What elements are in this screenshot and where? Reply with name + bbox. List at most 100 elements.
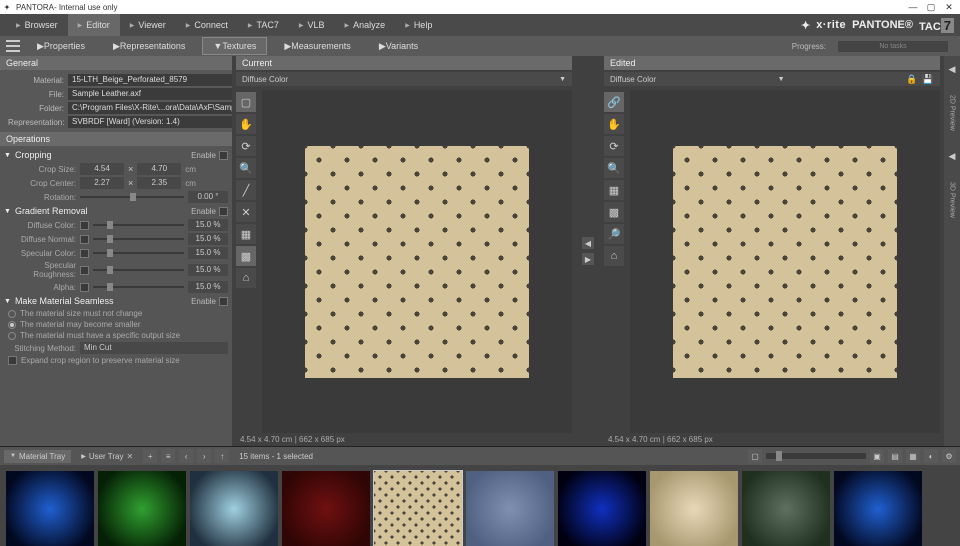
seamless-enable-checkbox[interactable] <box>219 297 228 306</box>
lock-icon[interactable]: 🔒 <box>906 73 918 85</box>
specular-roughness-slider[interactable] <box>93 266 184 274</box>
view-mode-2-icon[interactable]: ▤ <box>888 449 902 463</box>
material-thumbnail[interactable] <box>282 471 370 546</box>
line-tool-icon[interactable]: ╱ <box>236 180 256 200</box>
minimize-button[interactable]: — <box>904 2 922 12</box>
rotation-slider[interactable] <box>80 193 184 201</box>
material-thumbnail[interactable] <box>6 471 94 546</box>
seamless-opt2-radio[interactable] <box>8 321 16 329</box>
checker-tool-icon[interactable]: ▩ <box>604 202 624 222</box>
diffuse-color-checkbox[interactable] <box>80 221 89 230</box>
view-mode-4-icon[interactable]: ◐ <box>924 449 938 463</box>
menu-analyze[interactable]: ▶Analyze <box>335 14 396 36</box>
grid-tool-icon[interactable]: ▦ <box>236 224 256 244</box>
prev-button[interactable]: ‹ <box>179 449 193 463</box>
rotate-tool-icon[interactable]: ⟳ <box>236 136 256 156</box>
settings-icon[interactable]: ⚙ <box>942 449 956 463</box>
menu-editor[interactable]: ▶Editor <box>68 14 120 36</box>
diffuse-color-slider[interactable] <box>93 221 184 229</box>
material-thumbnail[interactable] <box>558 471 646 546</box>
seamless-header[interactable]: ▼Make Material SeamlessEnable <box>4 294 228 308</box>
seamless-opt3-radio[interactable] <box>8 332 16 340</box>
alpha-slider[interactable] <box>93 283 184 291</box>
crop-tool-icon[interactable]: ▢ <box>236 92 256 112</box>
expand-icon[interactable]: ◀ <box>949 151 956 162</box>
right-tab-2d[interactable]: 2D Preview <box>949 95 956 131</box>
view-mode-3-icon[interactable]: ▦ <box>906 449 920 463</box>
tab-variants[interactable]: ▶Variants <box>368 37 429 55</box>
expand-crop-checkbox[interactable] <box>8 356 17 365</box>
hand-tool-icon[interactable]: ✋ <box>236 114 256 134</box>
link-tool-icon[interactable]: 🔗 <box>604 92 624 112</box>
arrow-left-button[interactable]: ◀ <box>582 237 594 249</box>
next-button[interactable]: › <box>197 449 211 463</box>
crop-center-y-input[interactable]: 2.35 <box>137 177 181 189</box>
tray-tab-material[interactable]: ▼Material Tray <box>4 450 71 463</box>
crop-height-input[interactable]: 4.70 <box>137 163 181 175</box>
tray-tab-user[interactable]: ▶User Tray✕ <box>75 450 139 463</box>
add-tab-button[interactable]: + <box>143 449 157 463</box>
tab-properties[interactable]: ▶Properties <box>26 37 96 55</box>
hand-tool-icon[interactable]: ✋ <box>604 114 624 134</box>
home-tool-icon[interactable]: ⌂ <box>604 246 624 266</box>
stitching-method-select[interactable]: Min Cut <box>80 342 228 354</box>
zoom-in-icon[interactable]: 🔎 <box>604 224 624 244</box>
representation-field[interactable]: SVBRDF [Ward] (Version: 1.4) <box>68 116 232 128</box>
list-view-button[interactable]: ≡ <box>161 449 175 463</box>
save-icon[interactable]: 💾 <box>922 73 934 85</box>
gradient-enable-checkbox[interactable] <box>219 207 228 216</box>
rotate-tool-icon[interactable]: ⟳ <box>604 136 624 156</box>
zoom-tool-icon[interactable]: 🔍 <box>604 158 624 178</box>
menu-browser[interactable]: ▶Browser <box>6 14 68 36</box>
menu-viewer[interactable]: ▶Viewer <box>120 14 176 36</box>
diffuse-normal-checkbox[interactable] <box>80 235 89 244</box>
zoom-tool-icon[interactable]: 🔍 <box>236 158 256 178</box>
view-mode-1-icon[interactable]: ▣ <box>870 449 884 463</box>
tray-zoom-slider[interactable] <box>766 453 866 459</box>
edited-channel-select[interactable]: Diffuse Color▼🔒💾 <box>604 72 940 86</box>
expand-icon[interactable]: ◀ <box>949 64 956 75</box>
close-button[interactable]: ✕ <box>940 2 958 13</box>
maximize-button[interactable]: ▢ <box>922 2 940 13</box>
cropping-header[interactable]: ▼CroppingEnable <box>4 148 228 162</box>
tab-measurements[interactable]: ▶Measurements <box>273 37 361 55</box>
edited-canvas[interactable] <box>673 146 897 378</box>
material-thumbnail[interactable] <box>466 471 554 546</box>
tab-textures[interactable]: ▼Textures <box>202 37 267 55</box>
up-button[interactable]: ↑ <box>215 449 229 463</box>
crop-width-input[interactable]: 4.54 <box>80 163 124 175</box>
material-thumbnail-selected[interactable] <box>374 471 462 546</box>
specular-roughness-checkbox[interactable] <box>80 266 89 275</box>
cropping-enable-checkbox[interactable] <box>219 151 228 160</box>
current-canvas[interactable] <box>305 146 529 378</box>
grid-tool-icon[interactable]: ▦ <box>604 180 624 200</box>
seamless-opt1-radio[interactable] <box>8 310 16 318</box>
menu-help[interactable]: ▶Help <box>395 14 442 36</box>
tab-representations[interactable]: ▶Representations <box>102 37 196 55</box>
current-channel-select[interactable]: Diffuse Color▼ <box>236 72 572 86</box>
material-field[interactable]: 15-LTH_Beige_Perforated_8579 <box>68 74 232 86</box>
material-thumbnail[interactable] <box>650 471 738 546</box>
menu-tac7[interactable]: ▶TAC7 <box>238 14 289 36</box>
close-tab-icon[interactable]: ✕ <box>126 452 133 461</box>
menu-connect[interactable]: ▶Connect <box>176 14 238 36</box>
specular-color-checkbox[interactable] <box>80 249 89 258</box>
home-tool-icon[interactable]: ⌂ <box>236 268 256 288</box>
menu-vlb[interactable]: ▶VLB <box>289 14 335 36</box>
hamburger-icon[interactable] <box>6 40 20 52</box>
diffuse-normal-slider[interactable] <box>93 235 184 243</box>
measure-tool-icon[interactable]: ✕ <box>236 202 256 222</box>
checker-tool-icon[interactable]: ▩ <box>236 246 256 266</box>
arrow-right-button[interactable]: ▶ <box>582 253 594 265</box>
material-thumbnail[interactable] <box>834 471 922 546</box>
thumbnail-size-button[interactable]: ▢ <box>748 449 762 463</box>
specular-color-slider[interactable] <box>93 249 184 257</box>
alpha-checkbox[interactable] <box>80 283 89 292</box>
gradient-header[interactable]: ▼Gradient RemovalEnable <box>4 204 228 218</box>
material-thumbnail[interactable] <box>190 471 278 546</box>
material-thumbnail[interactable] <box>742 471 830 546</box>
crop-center-x-input[interactable]: 2.27 <box>80 177 124 189</box>
right-tab-3d[interactable]: 3D Preview <box>949 182 956 218</box>
rotation-input[interactable]: 0.00 ° <box>188 191 228 203</box>
material-thumbnail[interactable] <box>98 471 186 546</box>
